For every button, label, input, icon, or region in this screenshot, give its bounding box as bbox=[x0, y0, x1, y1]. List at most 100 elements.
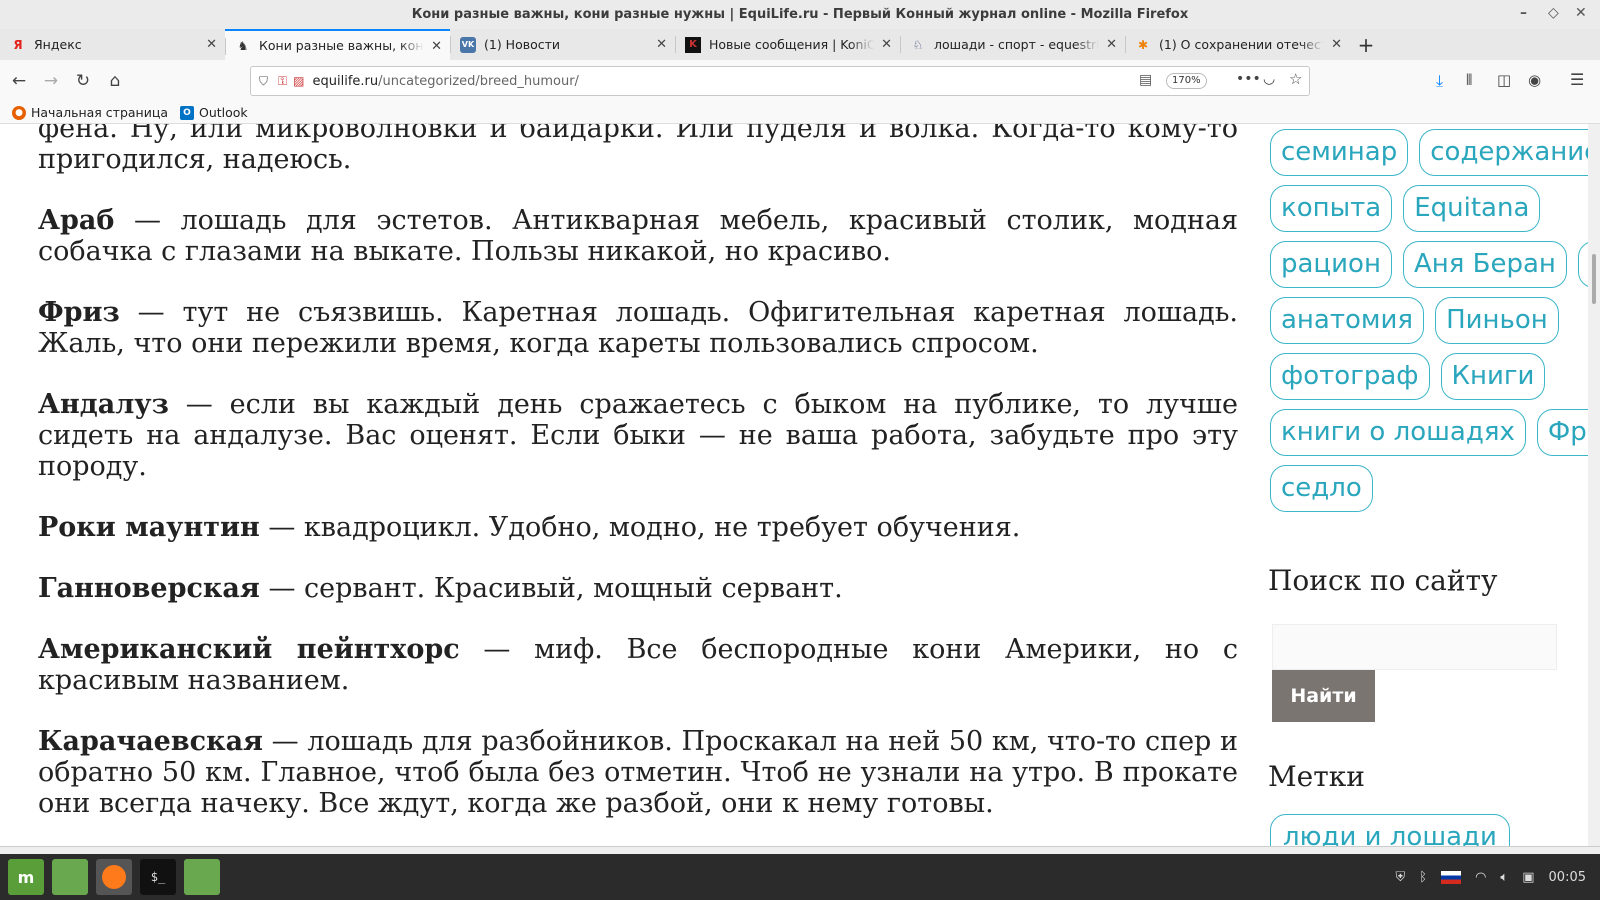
page-content: фена. Ну, или микроволновки и байдарки. … bbox=[0, 124, 1600, 846]
url-host: equilife.ru bbox=[312, 73, 379, 89]
bookmark-outlook[interactable]: O Outlook bbox=[180, 105, 248, 120]
outlook-icon: O bbox=[180, 105, 194, 120]
paragraph-text: фена. Ну, или микроволновки и байдарки. … bbox=[38, 124, 1238, 175]
tab-label: (1) О сохранении отечественных bbox=[1159, 37, 1324, 52]
pocket-icon[interactable]: ◡ bbox=[1263, 71, 1275, 87]
security-icon[interactable]: ⛨ bbox=[1396, 870, 1406, 885]
bluetooth-icon[interactable]: ᛒ bbox=[1419, 870, 1427, 885]
address-bar[interactable]: ⛉ ⚿ ▨ equilife.ru/uncategorized/breed_hu… bbox=[250, 66, 1310, 96]
back-icon[interactable]: ← bbox=[6, 68, 32, 94]
article-body: фена. Ну, или микроволновки и байдарки. … bbox=[38, 124, 1238, 846]
navigation-toolbar: ← → ↻ ⌂ ⛉ ⚿ ▨ equilife.ru/uncategorized/… bbox=[0, 60, 1600, 102]
shield-icon[interactable]: ⛉ bbox=[259, 74, 268, 89]
tag-link[interactable]: Equitana bbox=[1403, 185, 1541, 232]
breed-name: Карачаевская bbox=[38, 726, 264, 757]
restore-icon[interactable]: ◇ bbox=[1548, 5, 1559, 21]
tag-link[interactable]: седло bbox=[1270, 465, 1373, 512]
bookmark-start-page[interactable]: ● Начальная страница bbox=[12, 105, 168, 120]
paragraph-text: — если вы каждый день сражаетесь с быком… bbox=[38, 389, 1238, 482]
sidebar-toggle-icon[interactable]: ◫ bbox=[1497, 71, 1511, 89]
tab-koniclub[interactable]: K Новые сообщения | KoniClub ✕ bbox=[675, 29, 900, 60]
tab-equestrian[interactable]: ♘ лошади - спорт - equestrian ✕ bbox=[900, 29, 1125, 60]
close-tab-icon[interactable]: ✕ bbox=[206, 37, 217, 52]
firefox-taskbar-icon[interactable] bbox=[96, 859, 132, 895]
search-input[interactable] bbox=[1272, 624, 1557, 670]
breed-name: Фриз bbox=[38, 297, 120, 328]
mint-menu-icon[interactable]: m bbox=[8, 859, 44, 895]
reload-icon[interactable]: ↻ bbox=[70, 68, 96, 94]
clipboard-icon[interactable]: ▣ bbox=[1522, 870, 1534, 885]
tag-link[interactable]: люди и лошади bbox=[1270, 814, 1510, 846]
tab-yandex[interactable]: Я Яндекс ✕ bbox=[0, 29, 225, 60]
paragraph: Роки маунтин — квадроцикл. Удобно, модно… bbox=[38, 512, 1238, 543]
blocked-media-icon[interactable]: ▨ bbox=[293, 74, 304, 88]
files-icon[interactable] bbox=[184, 859, 220, 895]
library-icon[interactable]: ⫴ bbox=[1466, 71, 1472, 89]
bookmark-star-icon[interactable]: ☆ bbox=[1289, 70, 1302, 88]
search-button[interactable]: Найти bbox=[1272, 670, 1375, 722]
close-tab-icon[interactable]: ✕ bbox=[431, 39, 442, 54]
tags-title: Метки bbox=[1268, 760, 1365, 793]
tab-label: лошади - спорт - equestrian bbox=[934, 37, 1099, 52]
reader-view-icon[interactable]: ▤ bbox=[1139, 72, 1152, 88]
keyboard-layout-icon[interactable] bbox=[1441, 870, 1462, 884]
account-icon[interactable]: ◉ bbox=[1528, 71, 1541, 89]
wifi-icon[interactable]: ◠ bbox=[1475, 870, 1486, 885]
tag-link[interactable]: книги о лошадях bbox=[1270, 409, 1526, 456]
volume-icon[interactable]: 🔈︎ bbox=[1500, 870, 1508, 885]
tag-link[interactable]: содержание bbox=[1419, 129, 1600, 176]
firefox-icon: ● bbox=[12, 105, 26, 120]
bookmarks-toolbar: ● Начальная страница O Outlook bbox=[0, 102, 1600, 124]
zoom-level[interactable]: 170% bbox=[1166, 73, 1207, 89]
breed-name: Роки маунтин bbox=[38, 512, 260, 543]
close-window-icon[interactable]: ✕ bbox=[1575, 5, 1587, 21]
paragraph-text: — лошадь для эстетов. Антикварная мебель… bbox=[38, 205, 1238, 267]
tab-strip: Я Яндекс ✕ ♞ Кони разные важны, кони раз… bbox=[0, 29, 1600, 60]
vertical-scrollbar[interactable] bbox=[1588, 124, 1600, 846]
tab-label: (1) Новости bbox=[484, 37, 561, 52]
breed-name: Араб bbox=[38, 205, 115, 236]
tab-label: Яндекс bbox=[34, 37, 82, 52]
minimize-icon[interactable]: – bbox=[1520, 5, 1527, 21]
tag-link[interactable]: фотограф bbox=[1270, 353, 1430, 400]
menu-icon[interactable]: ☰ bbox=[1570, 70, 1584, 89]
bookmark-label: Outlook bbox=[199, 105, 248, 120]
tag-link[interactable]: Книги bbox=[1440, 353, 1546, 400]
tag-link[interactable]: семинар bbox=[1270, 129, 1409, 176]
terminal-icon[interactable]: $_ bbox=[140, 859, 176, 895]
tab-equilife[interactable]: ♞ Кони разные важны, кони разные нужны ✕ bbox=[225, 29, 450, 60]
paragraph: Андалуз — если вы каждый день сражаетесь… bbox=[38, 389, 1238, 482]
breed-name: Американский пейнтхорс bbox=[38, 634, 460, 665]
insecure-lock-icon[interactable]: ⚿ bbox=[278, 74, 287, 89]
equilife-icon: ♞ bbox=[237, 38, 249, 53]
clock[interactable]: 00:05 bbox=[1549, 870, 1586, 885]
horizontal-scrollbar[interactable] bbox=[0, 846, 1600, 854]
tag-link[interactable]: анатомия bbox=[1270, 297, 1425, 344]
close-tab-icon[interactable]: ✕ bbox=[1106, 37, 1117, 52]
tag-link[interactable]: Аня Беран bbox=[1402, 241, 1567, 288]
close-tab-icon[interactable]: ✕ bbox=[656, 37, 667, 52]
show-desktop-icon[interactable] bbox=[52, 859, 88, 895]
tab-vk[interactable]: VK (1) Новости ✕ bbox=[450, 29, 675, 60]
scrollbar-thumb[interactable] bbox=[1592, 254, 1596, 304]
close-tab-icon[interactable]: ✕ bbox=[881, 37, 892, 52]
page-actions-icon[interactable]: ••• bbox=[1236, 71, 1261, 87]
forward-icon[interactable]: → bbox=[38, 68, 64, 94]
taskbar: m $_ ⛨ ᛒ ◠ 🔈︎ ▣ 00:05 bbox=[0, 854, 1600, 900]
sidebar: семинар содержание копыта Equitana рацион А… bbox=[1268, 124, 1600, 846]
paragraph-text: — тут не съязвишь. Каретная лошадь. Офиг… bbox=[38, 297, 1238, 359]
new-tab-button[interactable]: + bbox=[1350, 29, 1382, 60]
window-title: Кони разные важны, кони разные нужны | E… bbox=[411, 7, 1189, 22]
home-icon[interactable]: ⌂ bbox=[102, 68, 128, 94]
tag-link[interactable]: копыта bbox=[1270, 185, 1393, 232]
tag-link[interactable]: Пиньон bbox=[1435, 297, 1559, 344]
download-icon[interactable]: ⤓ bbox=[1436, 71, 1443, 91]
close-tab-icon[interactable]: ✕ bbox=[1331, 37, 1342, 52]
paragraph: Ганноверская — сервант. Красивый, мощный… bbox=[38, 573, 1238, 604]
search-title: Поиск по сайту bbox=[1268, 564, 1498, 597]
horse-icon: ♘ bbox=[912, 37, 924, 52]
ok-icon: ✱ bbox=[1137, 37, 1149, 52]
bookmark-label: Начальная страница bbox=[31, 105, 168, 120]
tag-link[interactable]: рацион bbox=[1270, 241, 1392, 288]
tab-ok[interactable]: ✱ (1) О сохранении отечественных ✕ bbox=[1125, 29, 1350, 60]
